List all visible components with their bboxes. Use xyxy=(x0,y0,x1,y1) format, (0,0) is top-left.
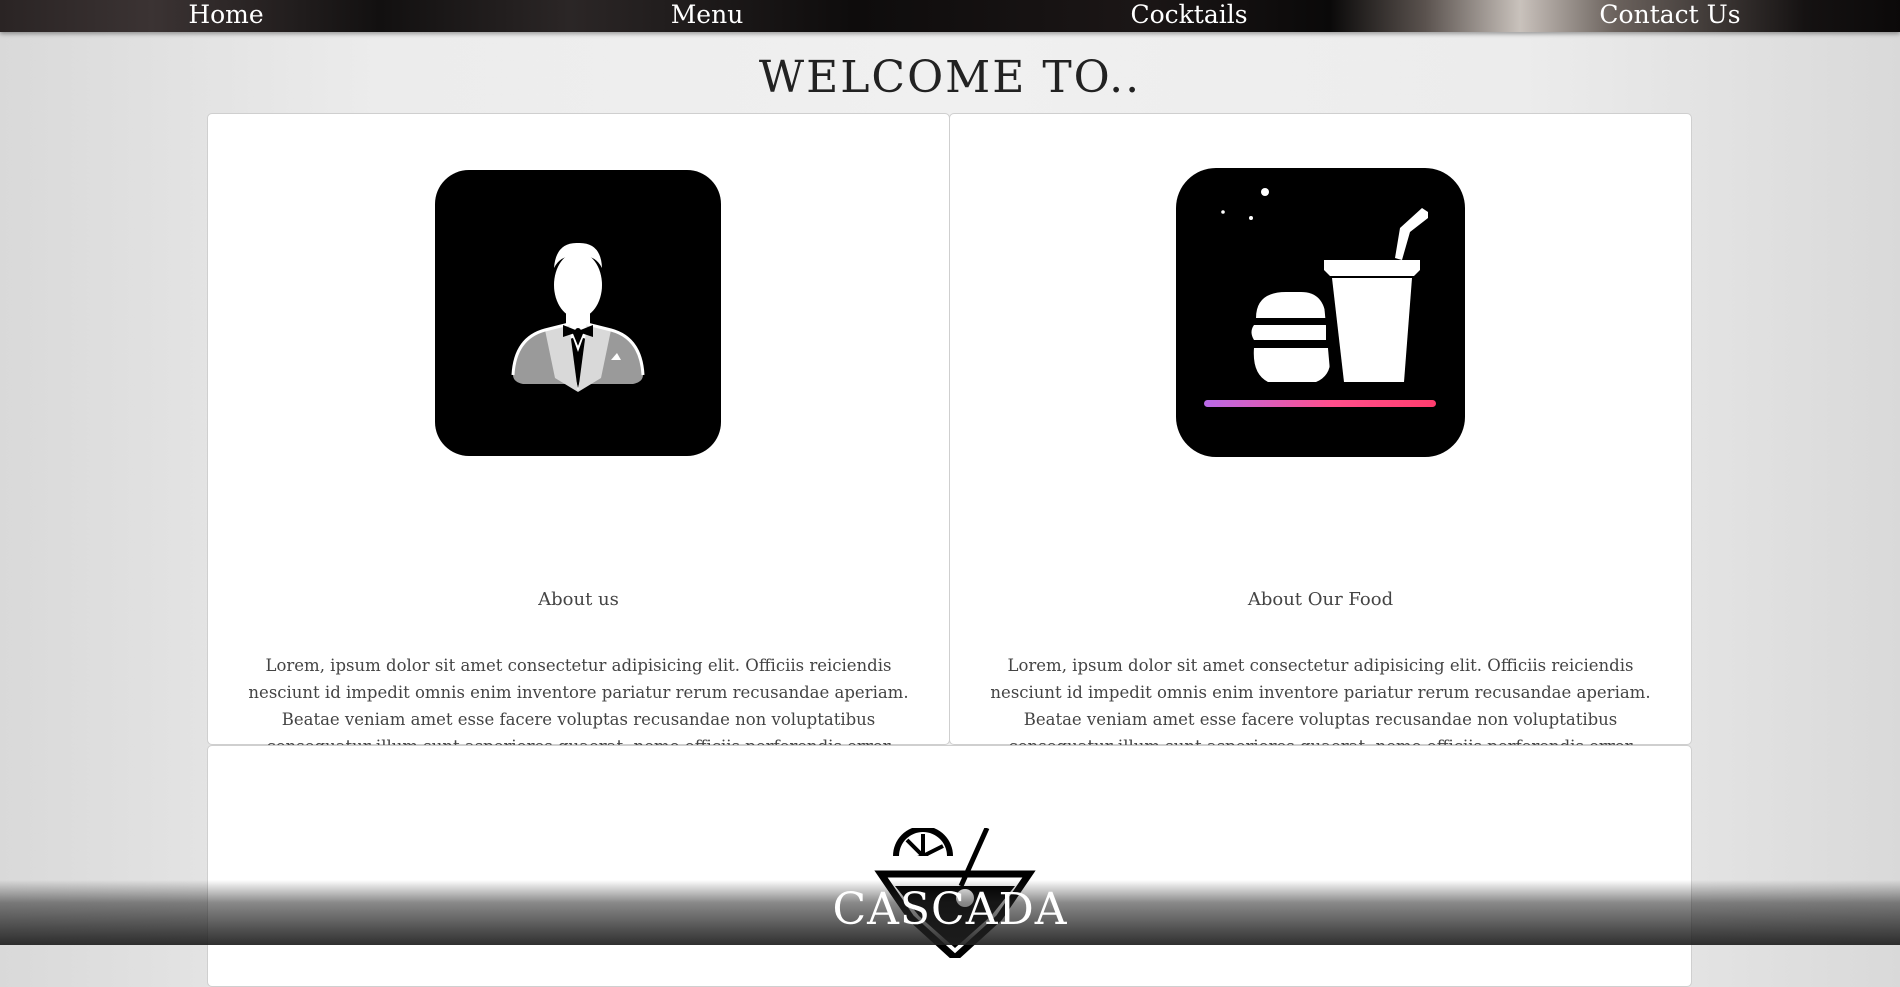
about-food-title: About Our Food xyxy=(1247,589,1394,610)
nav-home-link[interactable]: Home xyxy=(188,0,263,30)
waiter-icon xyxy=(435,170,721,456)
brand-card xyxy=(207,745,1692,987)
about-us-title: About us xyxy=(538,589,619,610)
brand-name: CASCADA xyxy=(832,884,1068,935)
nav-contact-link[interactable]: Contact Us xyxy=(1599,0,1740,30)
about-us-card: About us Lorem, ipsum dolor sit amet con… xyxy=(207,113,950,810)
top-navigation: Home Menu Cocktails Contact Us xyxy=(0,0,1900,32)
welcome-heading: WELCOME TO.. xyxy=(758,52,1142,103)
about-food-card: About Our Food Lorem, ipsum dolor sit am… xyxy=(949,113,1692,810)
nav-cocktails-link[interactable]: Cocktails xyxy=(1130,0,1247,30)
burger-drink-icon xyxy=(1176,168,1465,457)
nav-menu-link[interactable]: Menu xyxy=(671,0,744,30)
